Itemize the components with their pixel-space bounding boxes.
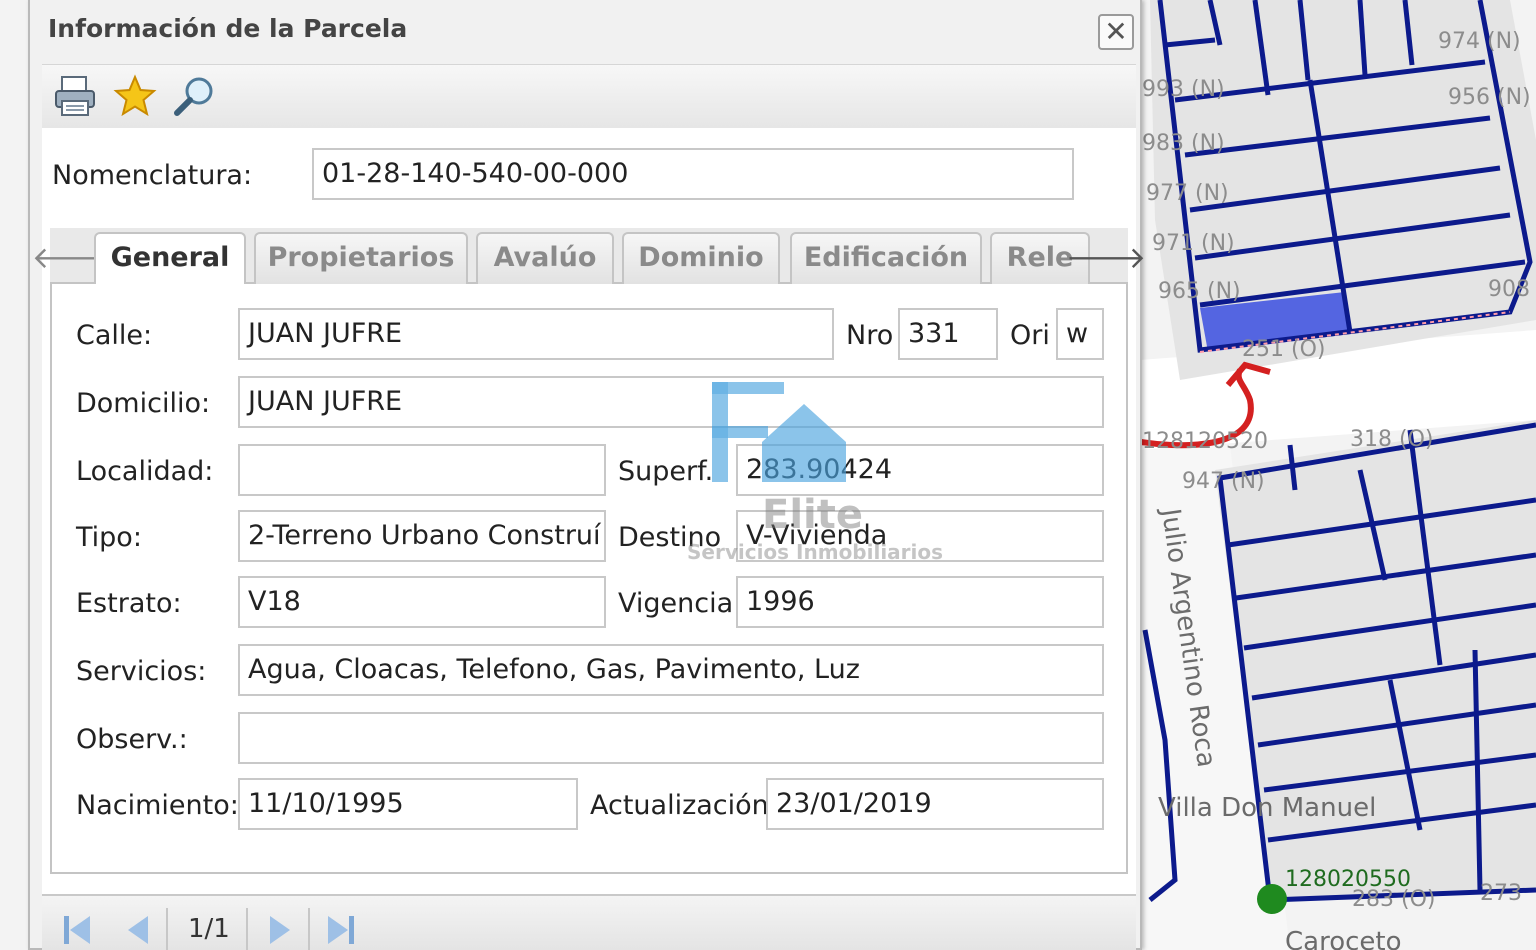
pager-separator — [308, 908, 310, 950]
observ-field[interactable] — [238, 712, 1104, 764]
elite-watermark: Elite Servicios Inmobiliarios — [687, 382, 943, 572]
map-label: 273 — [1480, 881, 1522, 906]
tab-strip: 🡐 General Propietarios Avalúo Dominio Ed… — [32, 228, 1146, 286]
nro-field[interactable]: 331 — [898, 308, 998, 360]
map-label: 974 (N) — [1438, 29, 1521, 54]
next-page-icon[interactable] — [262, 910, 298, 950]
vigencia-label: Vigencia — [618, 588, 734, 619]
tab-edificacion[interactable]: Edificación — [790, 232, 982, 284]
tab-scroll-right-button[interactable]: 🡒 — [1066, 232, 1146, 284]
tipo-label: Tipo: — [76, 522, 142, 553]
nomenclatura-label: Nomenclatura: — [52, 160, 253, 191]
map-label: 283 (O) — [1352, 887, 1435, 912]
map-label: 977 (N) — [1146, 181, 1229, 206]
tab-propietarios[interactable]: Propietarios — [254, 232, 468, 284]
estrato-field[interactable]: V18 — [238, 576, 606, 628]
nro-label: Nro — [846, 320, 894, 351]
window-title: Información de la Parcela — [48, 14, 408, 43]
map-label: 318 (O) — [1350, 427, 1433, 452]
toolbar — [42, 64, 1136, 128]
watermark-word: Elite — [762, 492, 863, 538]
tab-scroll-left-button[interactable]: 🡐 — [32, 232, 112, 284]
observ-label: Observ.: — [76, 724, 188, 755]
printer-icon[interactable] — [52, 73, 98, 119]
parcel-info-window: Información de la Parcela ✕ Nomenclatura… — [28, 0, 1146, 950]
location-marker[interactable] — [1257, 884, 1287, 914]
vigencia-field[interactable]: 1996 — [736, 576, 1104, 628]
localidad-field[interactable] — [238, 444, 606, 496]
actualizacion-field[interactable]: 23/01/2019 — [766, 778, 1104, 830]
nomenclatura-field[interactable]: 01-28-140-540-00-000 — [312, 148, 1074, 200]
pager-separator — [166, 908, 168, 950]
domicilio-label: Domicilio: — [76, 388, 211, 419]
superf-label: Superf. — [618, 456, 714, 487]
domicilio-field[interactable]: JUAN JUFRE — [238, 376, 1104, 428]
calle-label: Calle: — [76, 320, 153, 351]
elite-logo-icon — [712, 382, 846, 482]
close-icon: ✕ — [1104, 15, 1128, 48]
pager-separator — [246, 908, 248, 950]
pager-bar: 1/1 — [42, 894, 1136, 950]
close-button[interactable]: ✕ — [1098, 14, 1134, 50]
ori-label: Ori — [1010, 320, 1050, 351]
street-label: Caroceto — [1285, 927, 1402, 950]
map-label: 251 (O) — [1242, 337, 1325, 362]
last-page-icon[interactable] — [322, 910, 358, 950]
content-area: Nomenclatura: 01-28-140-540-00-000 🡐 Gen… — [32, 128, 1146, 894]
watermark-subtitle: Servicios Inmobiliarios — [687, 540, 944, 564]
first-page-icon[interactable] — [60, 910, 96, 950]
page-indicator: 1/1 — [188, 914, 230, 944]
map-label: 965 (N) — [1158, 279, 1241, 304]
tab-dominio[interactable]: Dominio — [622, 232, 780, 284]
map-label: 971 (N) — [1152, 231, 1235, 256]
map-label: 993 (N) — [1142, 77, 1225, 102]
map-label: 947 (N) — [1182, 469, 1265, 494]
tab-panel-general: Calle: JUAN JUFRE Nro 331 Ori w Domicili… — [50, 284, 1128, 874]
previous-page-icon[interactable] — [120, 910, 156, 950]
tipo-field[interactable]: 2-Terreno Urbano Construí — [238, 510, 606, 562]
localidad-label: Localidad: — [76, 456, 214, 487]
street-label: Villa Don Manuel — [1158, 793, 1376, 823]
nacimiento-label: Nacimiento: — [76, 790, 239, 821]
tab-avaluo[interactable]: Avalúo — [476, 232, 614, 284]
nacimiento-field[interactable]: 11/10/1995 — [238, 778, 578, 830]
estrato-label: Estrato: — [76, 588, 182, 619]
actualizacion-label: Actualización — [590, 790, 769, 821]
calle-field[interactable]: JUAN JUFRE — [238, 308, 834, 360]
map-label: 128120520 — [1142, 429, 1268, 454]
map-label: 908 — [1488, 277, 1530, 302]
servicios-field[interactable]: Agua, Cloacas, Telefono, Gas, Pavimento,… — [238, 644, 1104, 696]
ori-field[interactable]: w — [1056, 308, 1104, 360]
arrow-right-icon: 🡒 — [1065, 241, 1147, 276]
tab-general[interactable]: General — [94, 232, 246, 286]
magnifier-icon[interactable] — [172, 73, 218, 119]
map-label: 983 (N) — [1142, 131, 1225, 156]
servicios-label: Servicios: — [76, 656, 207, 687]
map-label: 956 (N) — [1448, 85, 1531, 110]
star-icon[interactable] — [112, 73, 158, 119]
